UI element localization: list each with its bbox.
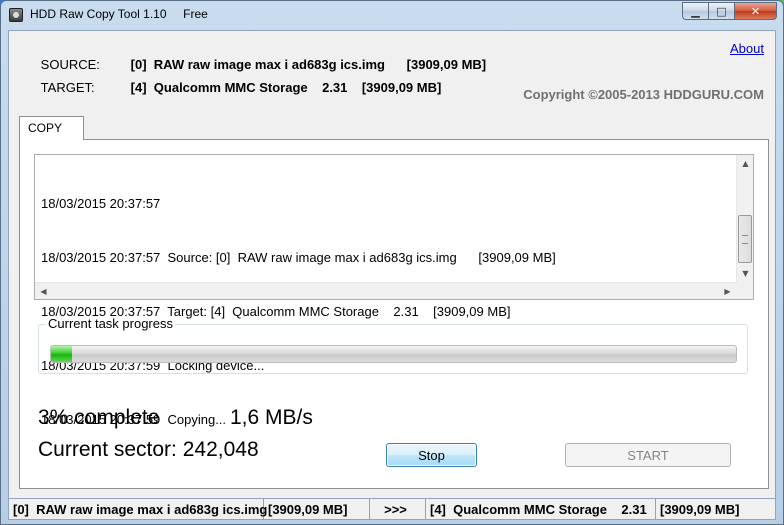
status-source: [0] RAW raw image max i ad683g ics.img	[9, 499, 267, 519]
vertical-scroll-thumb[interactable]	[738, 215, 752, 263]
status-arrow: >>>	[370, 499, 426, 519]
log-line: 18/03/2015 20:37:57 Source: [0] RAW raw …	[41, 250, 556, 265]
stop-button[interactable]: Stop	[386, 443, 477, 467]
start-button: START	[565, 443, 731, 467]
copyright-text: Copyright ©2005-2013 HDDGURU.COM	[523, 87, 764, 102]
scroll-up-arrow-icon[interactable]: ▲	[737, 155, 754, 172]
target-label: TARGET:	[40, 80, 95, 95]
scrollbar-corner	[736, 282, 753, 299]
copy-tab-panel: 18/03/2015 20:37:57 18/03/2015 20:37:57 …	[19, 139, 769, 489]
maximize-button[interactable]: □	[708, 2, 734, 20]
tab-copy[interactable]: COPY	[19, 116, 84, 140]
target-value: [4] Qualcomm MMC Storage 2.31 [3909,09 M…	[130, 80, 442, 95]
horizontal-scrollbar[interactable]: ◀ ▶	[35, 282, 736, 299]
about-link[interactable]: About	[730, 41, 764, 56]
log-listbox[interactable]: 18/03/2015 20:37:57 18/03/2015 20:37:57 …	[34, 154, 754, 427]
hdd-app-icon	[9, 8, 23, 22]
percent-complete: 3% complete	[38, 406, 160, 429]
window-controls: ▁ □ ✕	[682, 2, 777, 20]
target-row: TARGET: [4] Qualcomm MMC Storage 2.31 [39…	[19, 65, 442, 110]
scroll-down-arrow-icon[interactable]: ▼	[737, 265, 754, 282]
status-target: [4] Qualcomm MMC Storage 2.31	[426, 499, 656, 519]
scroll-left-arrow-icon[interactable]: ◀	[35, 283, 52, 300]
title-bar[interactable]: HDD Raw Copy Tool 1.10 Free ▁ □ ✕	[1, 1, 783, 29]
vertical-scrollbar[interactable]: ▲ ▼	[736, 155, 753, 282]
progress-fill	[51, 346, 72, 362]
status-source-size: [3909,09 MB]	[264, 499, 370, 519]
progress-group-label: Current task progress	[46, 316, 175, 331]
app-window: HDD Raw Copy Tool 1.10 Free ▁ □ ✕ SOURCE…	[0, 0, 784, 525]
minimize-button[interactable]: ▁	[682, 2, 708, 20]
close-button[interactable]: ✕	[734, 2, 777, 20]
current-sector: Current sector: 242,048	[38, 438, 259, 461]
task-progress-bar	[50, 345, 737, 363]
status-bar: [0] RAW raw image max i ad683g ics.img […	[8, 498, 776, 520]
window-title: HDD Raw Copy Tool 1.10 Free	[30, 7, 208, 21]
transfer-speed: 1,6 MB/s	[230, 406, 313, 429]
status-target-size: [3909,09 MB]	[660, 501, 740, 517]
log-line: 18/03/2015 20:37:57	[41, 196, 161, 211]
client-area: SOURCE: [0] RAW raw image max i ad683g ic…	[8, 30, 776, 518]
scroll-right-arrow-icon[interactable]: ▶	[719, 283, 736, 300]
